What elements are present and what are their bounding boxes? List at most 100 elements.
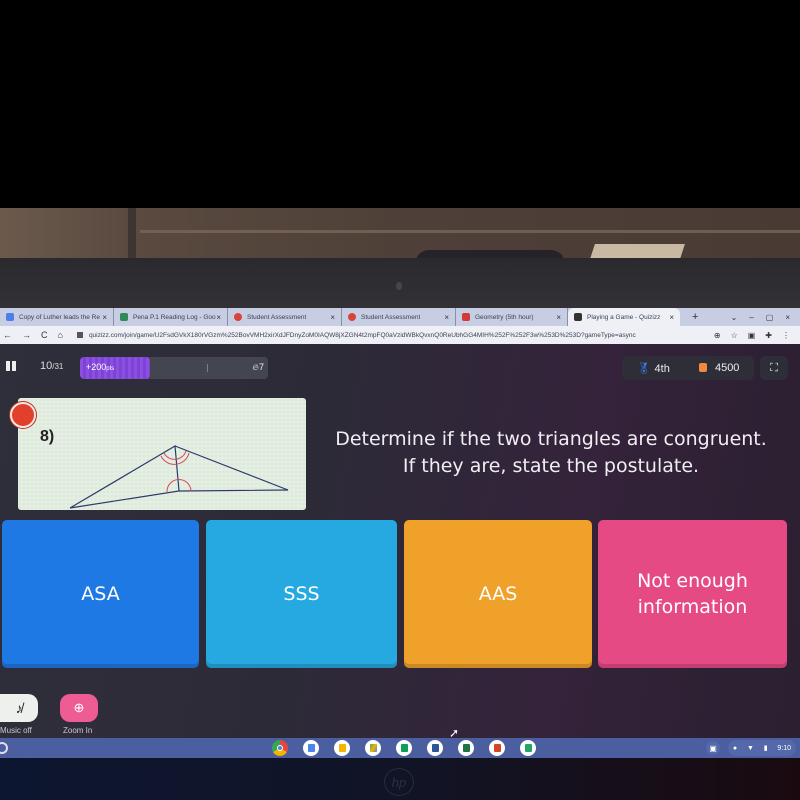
classroom-app-icon[interactable] (520, 740, 536, 759)
tab-search-icon[interactable]: ⌄ (731, 313, 738, 322)
browser-tab-strip: Copy of Luther leads the Re × Pena P.1 R… (0, 308, 800, 326)
left-triangle (69, 445, 180, 509)
tab-label: Pena P.1 Reading Log - Goo (133, 313, 216, 321)
zoom-in-button[interactable]: ⊕ (60, 694, 98, 722)
site-info-icon[interactable] (76, 332, 83, 338)
question-text-line: If they are, state the postulate. (402, 455, 700, 477)
clock: 9:10 (777, 744, 792, 752)
maximize-icon[interactable]: ▢ (766, 313, 774, 322)
star-icon[interactable]: ☆ (731, 331, 738, 340)
quiz-app: 10/31 +200pts 🔥︎7 🏅︎ 4th 4500 ⛶ 8) Deter… (0, 344, 800, 738)
extensions-icon[interactable]: ✚ (765, 331, 772, 340)
minimize-icon[interactable]: – (749, 313, 753, 322)
powerpoint-app-icon[interactable] (489, 740, 505, 756)
back-icon[interactable]: ← (3, 330, 12, 340)
tab-geometry[interactable]: Geometry (5th hour) × (456, 308, 568, 326)
option-label: Not enough information (637, 570, 748, 618)
tab-label: Student Assessment (247, 313, 307, 321)
total-questions: /31 (52, 362, 64, 371)
music-toggle-button[interactable]: ♪̸ (0, 694, 38, 722)
address-bar[interactable]: quizizz.com/join/game/U2FsdGVkX180rVGzm%… (76, 328, 706, 342)
fullscreen-icon: ⛶ (770, 361, 778, 374)
menu-icon[interactable]: ⋮ (782, 331, 790, 340)
zoom-in-icon: ⊕ (73, 700, 85, 715)
answer-option-aas[interactable]: AAS (404, 520, 592, 668)
answer-options: ASA SSS AAS Not enough information (0, 518, 800, 670)
score-value: 4500 (714, 362, 740, 374)
progress-tick (207, 364, 208, 372)
cast-icon[interactable]: ▣ (748, 331, 756, 340)
tab-label: Copy of Luther leads the Re (19, 313, 100, 321)
assessment-favicon-icon (234, 313, 242, 321)
player-stats: 🏅︎ 4th 4500 (622, 356, 754, 380)
docs-app-icon[interactable] (303, 740, 319, 756)
url-text[interactable]: quizizz.com/join/game/U2FsdGVkX180rVGzm%… (89, 332, 636, 339)
tote-icon[interactable]: ▣ (706, 741, 720, 755)
window-controls: ⌄ – ▢ × (731, 313, 800, 322)
new-tab-button[interactable]: + (692, 311, 698, 323)
question-text: Determine if the two triangles are congr… (316, 426, 786, 480)
reload-icon[interactable]: C (41, 330, 48, 340)
points-value: +200 (86, 362, 107, 372)
close-tab-icon[interactable]: × (330, 313, 335, 322)
docs-favicon-icon (6, 313, 14, 321)
music-off-label: Music off (0, 726, 32, 735)
close-tab-icon[interactable]: × (444, 313, 449, 322)
tab-student-assessment-2[interactable]: Student Assessment × (342, 308, 456, 326)
tab-luther[interactable]: Copy of Luther leads the Re × (0, 308, 114, 326)
streak-counter: 🔥︎7 (252, 362, 264, 373)
word-app-icon[interactable] (427, 740, 443, 756)
zoom-icon[interactable]: ⊕ (714, 331, 721, 340)
pause-button[interactable] (6, 361, 16, 371)
hp-logo: hp (384, 768, 414, 796)
sheets-app-icon[interactable] (396, 740, 412, 756)
question-counter: 10/31 (40, 360, 63, 372)
medal-icon: 🏅︎ (636, 362, 651, 375)
current-question: 10 (40, 360, 53, 372)
answer-option-not-enough-information[interactable]: Not enough information (598, 520, 787, 668)
answer-option-sss[interactable]: SSS (206, 520, 397, 668)
photo-of-laptop-screen: Copy of Luther leads the Re × Pena P.1 R… (0, 0, 800, 800)
tab-label: Playing a Game - Quizizz (587, 313, 661, 321)
record-icon: ● (732, 744, 738, 752)
slides-app-icon[interactable] (334, 740, 350, 756)
close-tab-icon[interactable]: × (102, 313, 107, 322)
os-shelf: ▣ ● ▼ ▮ 9:10 (0, 738, 800, 759)
chrome-app-icon[interactable] (272, 740, 288, 759)
battery-icon: ▮ (763, 745, 768, 752)
tab-label: Geometry (5th hour) (475, 313, 534, 321)
zoom-in-label: Zoom In (63, 726, 93, 735)
quizizz-favicon-icon (574, 313, 582, 321)
flame-icon: 🔥︎ (252, 362, 259, 372)
background-room (0, 208, 800, 264)
forward-icon[interactable]: → (22, 330, 31, 340)
pause-icon (6, 361, 10, 371)
tab-label: Student Assessment (361, 313, 421, 321)
close-tab-icon[interactable]: × (216, 313, 221, 322)
drive-app-icon[interactable] (365, 740, 381, 759)
fullscreen-button[interactable]: ⛶ (760, 356, 788, 380)
home-icon[interactable]: ⌂ (58, 330, 63, 340)
launcher-button[interactable] (0, 742, 8, 754)
browser-toolbar: ← → C ⌂ quizizz.com/join/game/U2FsdGVkX1… (0, 326, 800, 344)
rank: 🏅︎ 4th (637, 362, 670, 375)
tab-quizizz[interactable]: Playing a Game - Quizizz × (568, 308, 680, 326)
classroom-favicon-icon (462, 313, 470, 321)
question-number: 8) (40, 428, 55, 445)
score: 4500 (698, 362, 740, 374)
room-shelf (140, 230, 800, 233)
quiz-top-bar: 10/31 +200pts 🔥︎7 🏅︎ 4th 4500 ⛶ (0, 344, 800, 392)
status-tray[interactable]: ● ▼ ▮ 9:10 (728, 740, 796, 756)
excel-app-icon[interactable] (458, 740, 474, 756)
pinned-apps (272, 740, 536, 759)
coins-icon (698, 363, 707, 372)
tab-student-assessment-1[interactable]: Student Assessment × (228, 308, 342, 326)
sheets-favicon-icon (120, 313, 128, 321)
close-tab-icon[interactable]: × (556, 313, 561, 322)
answer-option-asa[interactable]: ASA (2, 520, 199, 668)
close-window-icon[interactable]: × (785, 313, 790, 322)
close-tab-icon[interactable]: × (669, 313, 674, 322)
tab-reading-log[interactable]: Pena P.1 Reading Log - Goo × (114, 308, 228, 326)
assessment-favicon-icon (348, 313, 356, 321)
triangles-figure (69, 445, 289, 509)
